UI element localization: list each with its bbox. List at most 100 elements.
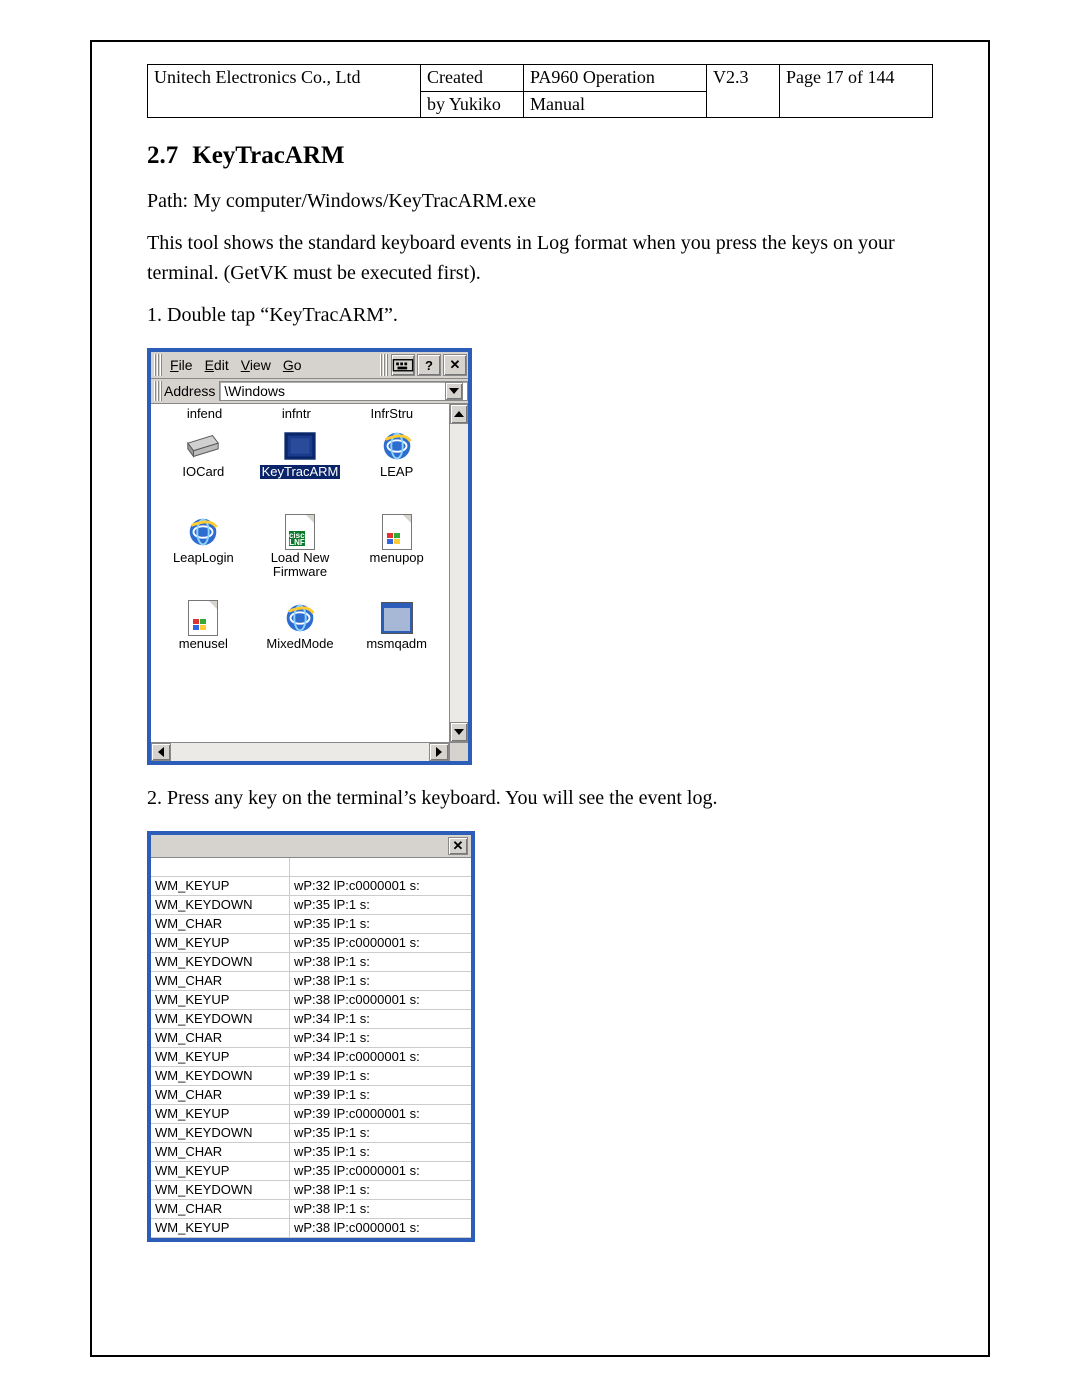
log-params: wP:35 lP:1 s:	[290, 1124, 472, 1143]
file-icon[interactable]: LEAP	[348, 425, 445, 509]
table-row: WM_KEYUPwP:34 lP:c0000001 s:	[151, 1048, 471, 1067]
vertical-scrollbar[interactable]	[449, 404, 468, 742]
dropdown-icon[interactable]	[445, 382, 463, 400]
log-event: WM_KEYDOWN	[151, 896, 290, 915]
table-row: WM_KEYDOWNwP:34 lP:1 s:	[151, 1010, 471, 1029]
scroll-track[interactable]	[450, 424, 468, 722]
close-icon[interactable]: ✕	[443, 354, 467, 376]
log-event: WM_KEYDOWN	[151, 1124, 290, 1143]
log-event: WM_KEYDOWN	[151, 1067, 290, 1086]
horizontal-scrollbar[interactable]	[151, 742, 468, 761]
ie-icon	[378, 429, 416, 463]
lnf-icon: ciscoLNF	[281, 515, 319, 549]
log-event: WM_KEYUP	[151, 1162, 290, 1181]
scroll-right-icon[interactable]	[429, 743, 449, 761]
file-icon[interactable]: ciscoLNF Load New Firmware	[252, 511, 349, 595]
table-row: WM_KEYUPwP:39 lP:c0000001 s:	[151, 1105, 471, 1124]
file-label: LEAP	[380, 465, 413, 479]
table-row: WM_KEYDOWNwP:35 lP:1 s:	[151, 1124, 471, 1143]
menu-edit[interactable]: Edit	[199, 355, 235, 375]
log-event: WM_KEYUP	[151, 877, 290, 896]
help-icon[interactable]: ?	[417, 354, 441, 376]
hdr-created-l2: by Yukiko	[421, 91, 524, 118]
menu-file[interactable]: File	[164, 355, 199, 375]
log-event: WM_KEYDOWN	[151, 953, 290, 972]
explorer-client-area[interactable]: infend infntr InfrStru IOCard KeyTracARM…	[151, 404, 449, 742]
description: This tool shows the standard keyboard ev…	[147, 228, 933, 288]
file-icon[interactable]: LeapLogin	[155, 511, 252, 595]
address-value: \Windows	[224, 382, 285, 400]
explorer-window: File Edit View Go ? ✕ Address \Windows	[147, 348, 472, 765]
gripper-icon	[154, 354, 162, 376]
log-event: WM_CHAR	[151, 1086, 290, 1105]
keyboard-icon[interactable]	[391, 354, 415, 376]
menu-go[interactable]: Go	[277, 355, 308, 375]
log-params: wP:35 lP:c0000001 s:	[290, 1162, 472, 1181]
log-event: WM_CHAR	[151, 1029, 290, 1048]
event-log-table: WM_KEYUPwP:32 lP:c0000001 s:WM_KEYDOWNwP…	[151, 858, 471, 1238]
table-row: WM_CHARwP:38 lP:1 s:	[151, 1200, 471, 1219]
file-label: menusel	[179, 637, 228, 651]
table-row: WM_KEYDOWNwP:39 lP:1 s:	[151, 1067, 471, 1086]
table-row: WM_KEYDOWNwP:38 lP:1 s:	[151, 1181, 471, 1200]
scroll-down-icon[interactable]	[450, 722, 468, 742]
file-icon[interactable]: IOCard	[155, 425, 252, 509]
address-input[interactable]: \Windows	[219, 381, 468, 401]
scroll-track[interactable]	[171, 743, 429, 761]
address-bar: Address \Windows	[151, 379, 468, 404]
file-label: LeapLogin	[173, 551, 234, 565]
doc-header-table: Unitech Electronics Co., Ltd Created PA9…	[147, 64, 933, 118]
table-row: WM_KEYDOWNwP:35 lP:1 s:	[151, 896, 471, 915]
log-params	[290, 858, 472, 877]
log-params: wP:34 lP:1 s:	[290, 1029, 472, 1048]
log-event: WM_KEYDOWN	[151, 1181, 290, 1200]
file-label: MixedMode	[266, 637, 333, 651]
log-titlebar: ✕	[151, 835, 471, 858]
scroll-up-icon[interactable]	[450, 404, 468, 424]
file-label: IOCard	[182, 465, 224, 479]
file-icon[interactable]: MixedMode	[252, 597, 349, 681]
file-icon[interactable]: menupop	[348, 511, 445, 595]
log-event: WM_KEYUP	[151, 934, 290, 953]
address-label: Address	[164, 383, 219, 399]
ie-icon	[281, 601, 319, 635]
ie-icon	[184, 515, 222, 549]
log-event: WM_CHAR	[151, 972, 290, 991]
log-event: WM_CHAR	[151, 915, 290, 934]
log-params: wP:39 lP:1 s:	[290, 1067, 472, 1086]
table-row: WM_KEYUPwP:38 lP:c0000001 s:	[151, 991, 471, 1010]
log-event: WM_CHAR	[151, 1200, 290, 1219]
log-params: wP:39 lP:c0000001 s:	[290, 1105, 472, 1124]
log-params: wP:35 lP:1 s:	[290, 915, 472, 934]
log-params: wP:38 lP:1 s:	[290, 1181, 472, 1200]
file-icon[interactable]: KeyTracARM	[252, 425, 349, 509]
scroll-left-icon[interactable]	[151, 743, 171, 761]
win-icon	[378, 601, 416, 635]
log-params: wP:38 lP:1 s:	[290, 953, 472, 972]
file-icon[interactable]: menusel	[155, 597, 252, 681]
file-label: msmqadm	[366, 637, 427, 651]
file-icon[interactable]: msmqadm	[348, 597, 445, 681]
scrollbar-corner	[449, 743, 468, 761]
menubar: File Edit View Go ? ✕	[151, 352, 468, 379]
path-line: Path: My computer/Windows/KeyTracARM.exe	[147, 186, 933, 216]
table-row: WM_KEYUPwP:38 lP:c0000001 s:	[151, 1219, 471, 1238]
file-label: Load New Firmware	[260, 551, 340, 578]
log-params: wP:38 lP:c0000001 s:	[290, 991, 472, 1010]
gripper-icon	[380, 354, 388, 376]
menu-view[interactable]: View	[235, 355, 277, 375]
hdr-created-l1: Created	[421, 65, 524, 92]
step-1: 1. Double tap “KeyTracARM”.	[147, 300, 933, 330]
hdr-manual-l1: PA960 Operation	[524, 65, 707, 92]
docwin-icon	[184, 601, 222, 635]
gripper-icon	[154, 381, 162, 401]
table-row	[151, 858, 471, 877]
section-title-text: KeyTracARM	[192, 142, 344, 169]
section-number: 2.7	[147, 142, 178, 169]
close-icon[interactable]: ✕	[448, 837, 468, 855]
log-params: wP:34 lP:1 s:	[290, 1010, 472, 1029]
table-row: WM_CHARwP:38 lP:1 s:	[151, 972, 471, 991]
exe-icon	[281, 429, 319, 463]
step-2: 2. Press any key on the terminal’s keybo…	[147, 783, 933, 813]
card-icon	[184, 429, 222, 463]
